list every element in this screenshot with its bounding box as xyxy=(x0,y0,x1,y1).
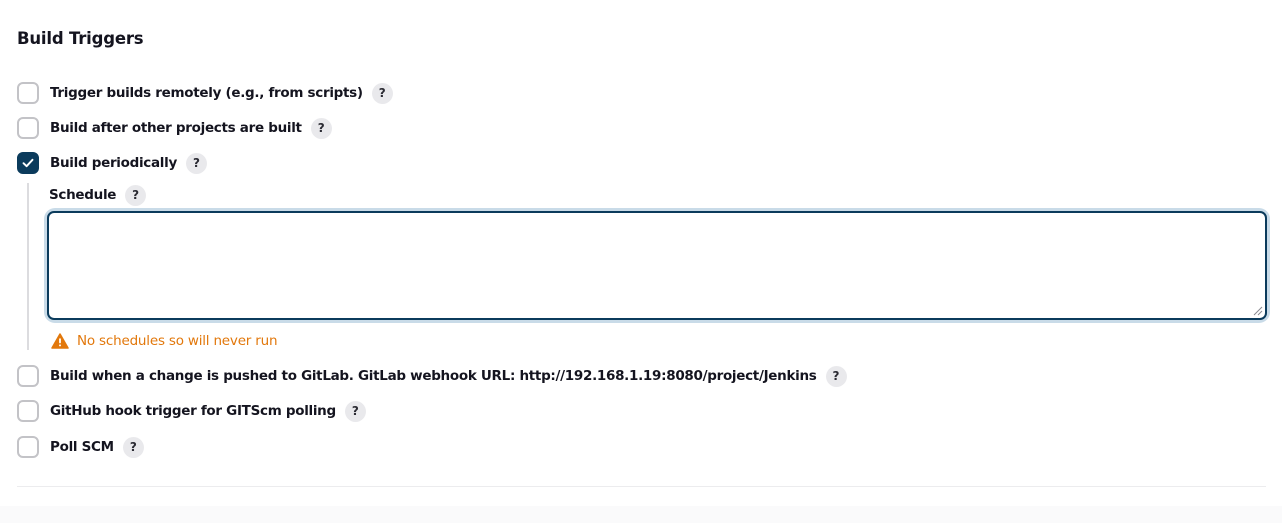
resize-grip-icon[interactable] xyxy=(1253,306,1263,316)
schedule-textarea-wrapper xyxy=(47,211,1267,320)
help-icon[interactable]: ? xyxy=(371,82,393,104)
trigger-gitlab-push-label[interactable]: Build when a change is pushed to GitLab.… xyxy=(50,368,817,384)
trigger-after-other-projects-checkbox[interactable] xyxy=(17,117,39,139)
trigger-remote-label[interactable]: Trigger builds remotely (e.g., from scri… xyxy=(50,85,363,101)
help-icon[interactable]: ? xyxy=(122,436,144,458)
trigger-remote-row[interactable]: Trigger builds remotely (e.g., from scri… xyxy=(17,82,393,104)
section-divider xyxy=(17,486,1266,487)
help-icon[interactable]: ? xyxy=(310,117,332,139)
trigger-github-hook-checkbox[interactable] xyxy=(17,400,39,422)
help-icon[interactable]: ? xyxy=(125,184,147,206)
trigger-build-periodically-checkbox[interactable] xyxy=(17,152,39,174)
trigger-after-other-projects-label[interactable]: Build after other projects are built xyxy=(50,120,302,136)
trigger-github-hook-label[interactable]: GitHub hook trigger for GITScm polling xyxy=(50,403,336,419)
trigger-poll-scm-row[interactable]: Poll SCM ? xyxy=(17,436,144,458)
trigger-poll-scm-checkbox[interactable] xyxy=(17,436,39,458)
schedule-warning: No schedules so will never run xyxy=(51,330,278,352)
warning-icon xyxy=(51,333,69,349)
nested-indent-bar xyxy=(27,183,29,350)
trigger-after-other-projects-row[interactable]: Build after other projects are built ? xyxy=(17,117,332,139)
schedule-label-row: Schedule ? xyxy=(49,184,147,206)
trigger-github-hook-row[interactable]: GitHub hook trigger for GITScm polling ? xyxy=(17,400,366,422)
trigger-poll-scm-label[interactable]: Poll SCM xyxy=(50,439,114,455)
build-triggers-page: Build Triggers Trigger builds remotely (… xyxy=(0,0,1282,523)
help-icon[interactable]: ? xyxy=(825,365,847,387)
trigger-remote-checkbox[interactable] xyxy=(17,82,39,104)
trigger-build-periodically-label[interactable]: Build periodically xyxy=(50,155,177,171)
next-section-edge xyxy=(0,506,1282,523)
schedule-textarea[interactable] xyxy=(47,211,1267,320)
help-icon[interactable]: ? xyxy=(344,400,366,422)
check-icon xyxy=(22,158,34,168)
trigger-build-periodically-row[interactable]: Build periodically ? xyxy=(17,152,207,174)
trigger-gitlab-push-row[interactable]: Build when a change is pushed to GitLab.… xyxy=(17,365,847,387)
schedule-label: Schedule xyxy=(49,187,117,203)
schedule-warning-text: No schedules so will never run xyxy=(77,333,278,349)
help-icon[interactable]: ? xyxy=(185,152,207,174)
section-title: Build Triggers xyxy=(17,29,144,48)
trigger-gitlab-push-checkbox[interactable] xyxy=(17,365,39,387)
